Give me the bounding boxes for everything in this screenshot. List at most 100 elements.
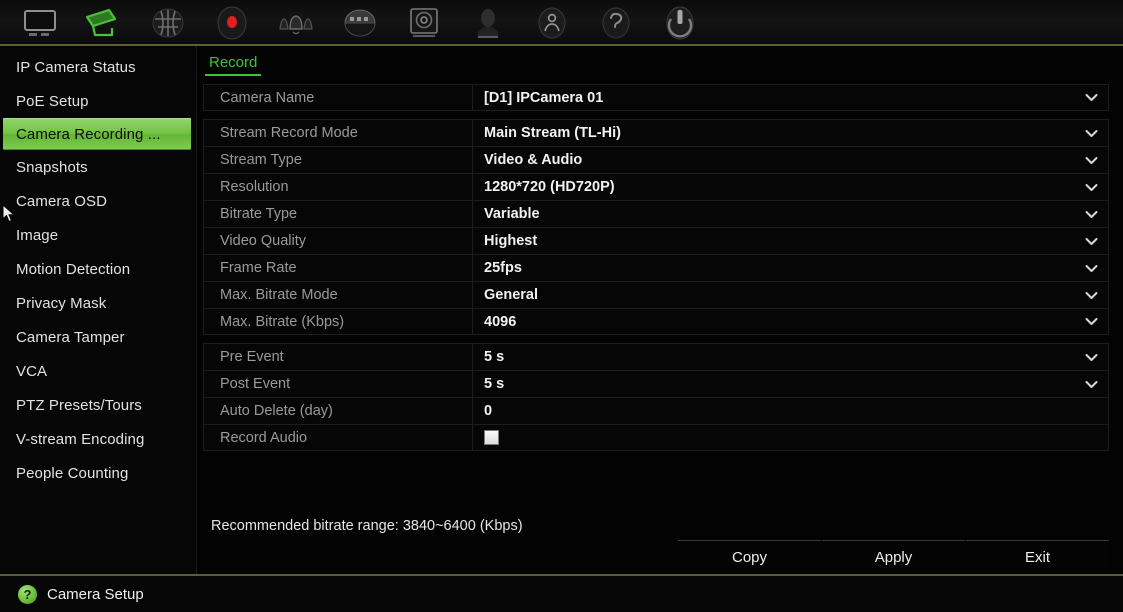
- sidebar-item-label: People Counting: [16, 464, 129, 482]
- system-settings-icon: [468, 6, 508, 40]
- sidebar-item-camera-tamper[interactable]: Camera Tamper: [0, 320, 196, 354]
- chevron-down-icon[interactable]: [1074, 371, 1108, 397]
- toolbar-item-playback[interactable]: [328, 0, 392, 46]
- toolbar-item-user-management[interactable]: [520, 0, 584, 46]
- help-question-icon: [596, 6, 636, 40]
- field-value: 4096: [472, 309, 1074, 334]
- settings-form: Camera Name [D1] IPCamera 01 Stream Reco…: [203, 76, 1109, 518]
- toolbar-item-camera-setup[interactable]: [72, 0, 136, 46]
- storage-hdd-icon: [404, 6, 444, 40]
- chevron-down-icon[interactable]: [1074, 228, 1108, 254]
- field-row-post-event[interactable]: Post Event 5 s: [203, 370, 1109, 397]
- field-row-max-bitrate-kbps[interactable]: Max. Bitrate (Kbps) 4096: [203, 308, 1109, 335]
- sidebar-item-label: V-stream Encoding: [16, 430, 145, 448]
- form-group-event: Pre Event 5 s Post Event 5 s Auto Delete…: [203, 343, 1109, 451]
- action-button-bar: Copy Apply Exit: [203, 540, 1109, 574]
- field-row-record-audio[interactable]: Record Audio: [203, 424, 1109, 451]
- content-area: IP Camera Status PoE Setup Camera Record…: [0, 46, 1123, 574]
- sidebar-item-label: Camera Tamper: [16, 328, 125, 346]
- alarm-bells-icon: [272, 7, 320, 39]
- chevron-down-icon[interactable]: [1074, 85, 1108, 110]
- sidebar-item-people-counting[interactable]: People Counting: [0, 456, 196, 490]
- sidebar-item-label: Camera OSD: [16, 192, 108, 210]
- sidebar-item-label: Image: [16, 226, 59, 244]
- nvr-camera-setup-window: IP Camera Status PoE Setup Camera Record…: [0, 0, 1123, 612]
- record-audio-checkbox[interactable]: [484, 430, 499, 445]
- field-label: Bitrate Type: [220, 206, 298, 222]
- field-row-max-bitrate-mode[interactable]: Max. Bitrate Mode General: [203, 281, 1109, 308]
- sidebar-item-label: PTZ Presets/Tours: [16, 396, 142, 414]
- apply-button[interactable]: Apply: [822, 540, 965, 574]
- main-toolbar: [0, 0, 1123, 46]
- record-settings-panel: Record Camera Name [D1] IPCamera 01 Stre…: [197, 46, 1123, 574]
- recording-schedule-rec-dot-icon: [212, 5, 252, 41]
- field-row-camera-name[interactable]: Camera Name [D1] IPCamera 01: [203, 84, 1109, 111]
- field-label: Resolution: [220, 179, 289, 195]
- playback-calendar-icon: [338, 6, 382, 40]
- field-row-bitrate-type[interactable]: Bitrate Type Variable: [203, 200, 1109, 227]
- field-label: Pre Event: [220, 349, 284, 365]
- camera-setup-camcorder-icon: [82, 6, 126, 40]
- field-label: Max. Bitrate (Kbps): [220, 313, 345, 330]
- sidebar-item-motion-detection[interactable]: Motion Detection: [0, 252, 196, 286]
- field-label: Stream Record Mode: [220, 125, 358, 141]
- live-view-monitor-icon: [20, 7, 60, 39]
- field-row-video-quality[interactable]: Video Quality Highest: [203, 227, 1109, 254]
- field-label: Auto Delete (day): [220, 403, 333, 419]
- sidebar-item-label: Camera Recording ...: [16, 125, 161, 143]
- form-group-camera: Camera Name [D1] IPCamera 01: [203, 84, 1109, 111]
- field-row-auto-delete-day[interactable]: Auto Delete (day) 0: [203, 397, 1109, 424]
- sidebar-item-image[interactable]: Image: [0, 218, 196, 252]
- field-row-frame-rate[interactable]: Frame Rate 25fps: [203, 254, 1109, 281]
- toolbar-item-storage[interactable]: [392, 0, 456, 46]
- sidebar-item-vca[interactable]: VCA: [0, 354, 196, 388]
- toolbar-item-help[interactable]: [584, 0, 648, 46]
- field-value: Highest: [472, 228, 1074, 254]
- field-value: Video & Audio: [472, 147, 1074, 173]
- field-value: Main Stream (TL-Hi): [472, 120, 1074, 146]
- field-row-stream-record-mode[interactable]: Stream Record Mode Main Stream (TL-Hi): [203, 119, 1109, 146]
- chevron-down-icon[interactable]: [1074, 201, 1108, 227]
- toolbar-item-live-view[interactable]: [8, 0, 72, 46]
- sidebar-item-snapshots[interactable]: Snapshots: [0, 150, 196, 184]
- chevron-down-icon[interactable]: [1074, 282, 1108, 308]
- sidebar-item-poe-setup[interactable]: PoE Setup: [0, 84, 196, 118]
- status-bar-title: Camera Setup: [47, 585, 144, 603]
- network-settings-globe-icon: [148, 6, 188, 40]
- toolbar-item-alarm[interactable]: [264, 0, 328, 46]
- toolbar-item-system-settings[interactable]: [456, 0, 520, 46]
- field-label: Frame Rate: [220, 260, 297, 276]
- toolbar-item-recording-schedule[interactable]: [200, 0, 264, 46]
- sidebar-item-label: Snapshots: [16, 158, 88, 176]
- field-value: 5 s: [472, 371, 1074, 397]
- copy-button[interactable]: Copy: [678, 540, 821, 574]
- sidebar-item-ptz-presets-tours[interactable]: PTZ Presets/Tours: [0, 388, 196, 422]
- exit-button[interactable]: Exit: [966, 540, 1109, 574]
- sidebar-item-v-stream-encoding[interactable]: V-stream Encoding: [0, 422, 196, 456]
- toolbar-item-shutdown[interactable]: [648, 0, 712, 46]
- status-bar: ? Camera Setup: [0, 574, 1123, 612]
- sidebar-item-privacy-mask[interactable]: Privacy Mask: [0, 286, 196, 320]
- field-row-stream-type[interactable]: Stream Type Video & Audio: [203, 146, 1109, 173]
- tab-bar: Record: [203, 46, 1109, 76]
- auto-delete-input[interactable]: 0: [472, 398, 1074, 424]
- field-row-resolution[interactable]: Resolution 1280*720 (HD720P): [203, 173, 1109, 200]
- sidebar-item-ip-camera-status[interactable]: IP Camera Status: [0, 50, 196, 84]
- field-label: Video Quality: [220, 233, 306, 249]
- tab-record[interactable]: Record: [205, 54, 262, 76]
- field-label: Max. Bitrate Mode: [220, 287, 338, 303]
- chevron-down-icon[interactable]: [1074, 174, 1108, 200]
- field-row-pre-event[interactable]: Pre Event 5 s: [203, 343, 1109, 370]
- field-value: General: [472, 282, 1074, 308]
- sidebar-item-camera-osd[interactable]: Camera OSD: [0, 184, 196, 218]
- sidebar-item-camera-recording[interactable]: Camera Recording ...: [3, 118, 191, 150]
- help-question-badge-icon[interactable]: ?: [18, 584, 37, 604]
- chevron-down-icon[interactable]: [1074, 309, 1108, 334]
- sidebar-item-label: IP Camera Status: [16, 58, 136, 76]
- chevron-down-icon[interactable]: [1074, 344, 1108, 370]
- field-label: Post Event: [220, 376, 291, 392]
- chevron-down-icon[interactable]: [1074, 120, 1108, 146]
- toolbar-item-network[interactable]: [136, 0, 200, 46]
- chevron-down-icon[interactable]: [1074, 147, 1108, 173]
- chevron-down-icon[interactable]: [1074, 255, 1108, 281]
